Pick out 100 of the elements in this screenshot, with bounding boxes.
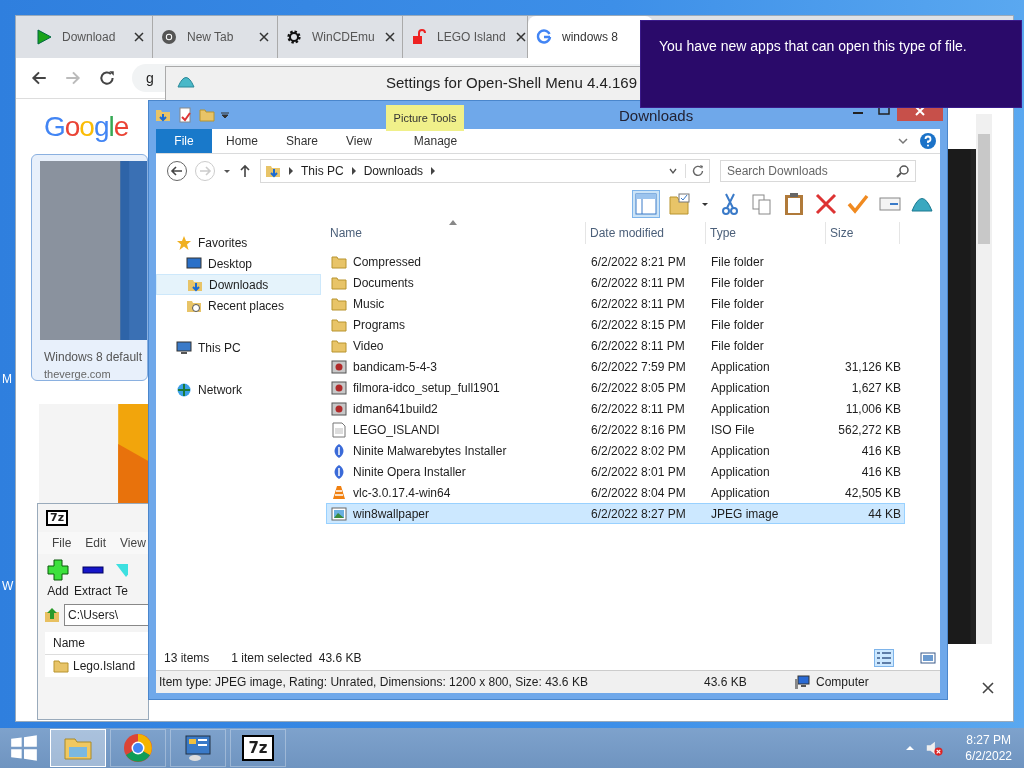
properties-icon[interactable] bbox=[177, 107, 193, 123]
date-cell-text: 6/2/2022 7:59 PM bbox=[590, 359, 687, 374]
thumbnails-view-button[interactable] bbox=[918, 649, 938, 667]
menu-item[interactable]: Edit bbox=[85, 536, 107, 550]
up-arrow-icon[interactable] bbox=[238, 164, 252, 178]
folder-icon bbox=[331, 253, 347, 270]
scrollbar-thumb[interactable] bbox=[978, 134, 990, 244]
file-row[interactable]: idman641build2 6/2/2022 8:11 PM Application 11,006 KB bbox=[326, 398, 905, 419]
close-icon[interactable] bbox=[384, 32, 395, 42]
file-row[interactable]: bandicam-5-4-3 6/2/2022 7:59 PM Application 31,126 KB bbox=[326, 356, 905, 377]
contextual-tab-label: Picture Tools bbox=[386, 105, 464, 131]
file-row[interactable]: Music 6/2/2022 8:11 PM File folder bbox=[326, 293, 905, 314]
search-field[interactable]: Search Downloads bbox=[720, 160, 916, 182]
checkmark-icon[interactable] bbox=[846, 192, 870, 216]
nav-item[interactable]: Favorites bbox=[156, 232, 321, 253]
nav-item[interactable]: This PC bbox=[156, 337, 321, 358]
nav-item[interactable]: Desktop bbox=[156, 253, 321, 274]
close-icon[interactable] bbox=[134, 32, 144, 42]
browser-tab[interactable]: windows 8 bbox=[528, 16, 653, 58]
image-result-card[interactable]: Windows 8 default theverge.com bbox=[31, 154, 148, 381]
file-row[interactable]: Video 6/2/2022 8:11 PM File folder bbox=[326, 335, 905, 356]
file-name: Ninite Opera Installer bbox=[353, 464, 466, 479]
breadcrumb-arrow-icon[interactable] bbox=[350, 167, 357, 175]
dropdown-arrow-icon[interactable] bbox=[221, 111, 229, 119]
ribbon-tab[interactable]: Home bbox=[212, 129, 272, 153]
breadcrumb-item[interactable]: Downloads bbox=[363, 164, 424, 178]
close-icon[interactable] bbox=[982, 682, 994, 694]
ribbon-tab[interactable]: File bbox=[156, 129, 212, 153]
breadcrumb-arrow-icon[interactable] bbox=[288, 167, 294, 175]
file-name: Music bbox=[353, 296, 385, 311]
folder-options-icon[interactable] bbox=[668, 192, 692, 216]
type-cell-text: Application bbox=[710, 401, 771, 416]
folder-icon[interactable] bbox=[155, 107, 171, 123]
clipboard-icon[interactable] bbox=[782, 192, 806, 216]
column-header[interactable]: Date modified bbox=[586, 222, 706, 244]
browser-logo-icon bbox=[123, 733, 153, 763]
file-row[interactable]: Documents 6/2/2022 8:11 PM File folder bbox=[326, 272, 905, 293]
size-cell-text: 11,006 KB bbox=[844, 401, 901, 416]
menu-item[interactable]: File bbox=[52, 536, 72, 550]
date-cell-text: 6/2/2022 8:11 PM bbox=[590, 296, 686, 311]
type-cell-text: Application bbox=[710, 443, 771, 458]
scrollbar[interactable] bbox=[976, 114, 992, 644]
desktop-icon-label[interactable]: M bbox=[2, 372, 12, 386]
date-cell-text: 6/2/2022 8:02 PM bbox=[590, 443, 687, 458]
close-icon[interactable] bbox=[515, 32, 526, 42]
file-row[interactable]: Ninite Opera Installer 6/2/2022 8:01 PM Application 416 KB bbox=[326, 461, 905, 482]
ribbon-tab[interactable]: Share bbox=[272, 129, 333, 153]
taskbar-button[interactable] bbox=[170, 729, 226, 767]
ribbon-tab[interactable]: Manage bbox=[395, 129, 476, 153]
nav-item[interactable]: Network bbox=[156, 379, 321, 400]
delete-icon[interactable] bbox=[814, 192, 838, 216]
column-header[interactable]: Size bbox=[826, 222, 900, 244]
back-icon[interactable] bbox=[166, 160, 188, 182]
windows-logo-icon[interactable] bbox=[10, 734, 38, 762]
breadcrumb-arrow-icon[interactable] bbox=[430, 167, 437, 175]
date-cell-text: 6/2/2022 8:11 PM bbox=[590, 275, 686, 290]
nav-item[interactable]: Downloads bbox=[156, 274, 321, 295]
refresh-icon[interactable] bbox=[685, 164, 705, 178]
toolbar-button[interactable]: Extract bbox=[74, 558, 112, 602]
file-row[interactable]: filmora-idco_setup_full1901 6/2/2022 8:05 PM Application 1,627 KB bbox=[326, 377, 905, 398]
back-icon[interactable] bbox=[30, 69, 48, 87]
close-icon[interactable] bbox=[259, 32, 269, 42]
menu-item[interactable]: View bbox=[120, 536, 146, 550]
address-bar[interactable]: This PC Downloads bbox=[260, 159, 710, 183]
file-name: Documents bbox=[353, 275, 414, 290]
column-header[interactable]: Type bbox=[706, 222, 826, 244]
folder-up-icon[interactable] bbox=[44, 607, 60, 623]
file-row[interactable]: Programs 6/2/2022 8:15 PM File folder bbox=[326, 314, 905, 335]
breadcrumb-item[interactable]: This PC bbox=[301, 164, 344, 178]
file-row[interactable]: Compressed 6/2/2022 8:21 PM File folder bbox=[326, 251, 905, 272]
taskbar-button[interactable] bbox=[50, 729, 106, 767]
ribbon-tab[interactable]: View bbox=[332, 129, 386, 153]
toolbar-button[interactable]: Te bbox=[115, 558, 129, 602]
file-name: vlc-3.0.17.4-win64 bbox=[353, 485, 451, 500]
details-view-button[interactable] bbox=[874, 649, 894, 667]
taskbar-button[interactable]: 7z bbox=[230, 729, 286, 767]
file-row[interactable]: Ninite Malwarebytes Installer 6/2/2022 8:02 PM Application 416 KB bbox=[326, 440, 905, 461]
type-cell-text: Application bbox=[710, 359, 771, 374]
file-row[interactable]: win8wallpaper 6/2/2022 8:27 PM JPEG image 44 KB bbox=[326, 503, 905, 524]
file-item[interactable]: Lego.Island bbox=[45, 655, 148, 677]
column-header[interactable]: Name bbox=[53, 636, 85, 650]
chevron-icon[interactable] bbox=[897, 135, 909, 147]
path-field[interactable]: C:\Users\ bbox=[64, 604, 148, 626]
show-hidden-icons-icon[interactable] bbox=[905, 743, 916, 753]
taskbar-button[interactable] bbox=[110, 729, 166, 767]
help-icon[interactable] bbox=[919, 132, 937, 150]
file-row[interactable]: LEGO_ISLANDI 6/2/2022 8:16 PM ISO File 562,272 KB bbox=[326, 419, 905, 440]
folder-icon bbox=[331, 295, 347, 312]
gear-icon bbox=[286, 29, 302, 45]
nav-item[interactable]: Recent places bbox=[156, 295, 321, 316]
muted-speaker-icon[interactable] bbox=[925, 739, 944, 757]
computer-icon bbox=[176, 339, 192, 356]
notification-toast[interactable]: You have new apps that can open this type of file. bbox=[640, 20, 1022, 108]
size-cell-text: 1,627 KB bbox=[850, 380, 901, 395]
file-row[interactable]: vlc-3.0.17.4-win64 6/2/2022 8:04 PM Application 42,505 KB bbox=[326, 482, 905, 503]
reload-icon[interactable] bbox=[98, 69, 116, 87]
desktop-icon-label[interactable]: W bbox=[2, 579, 14, 593]
toolbar-button[interactable]: Add bbox=[46, 558, 70, 602]
type-cell-text: Application bbox=[710, 380, 771, 395]
date-cell-text: 6/2/2022 8:11 PM bbox=[590, 338, 686, 353]
